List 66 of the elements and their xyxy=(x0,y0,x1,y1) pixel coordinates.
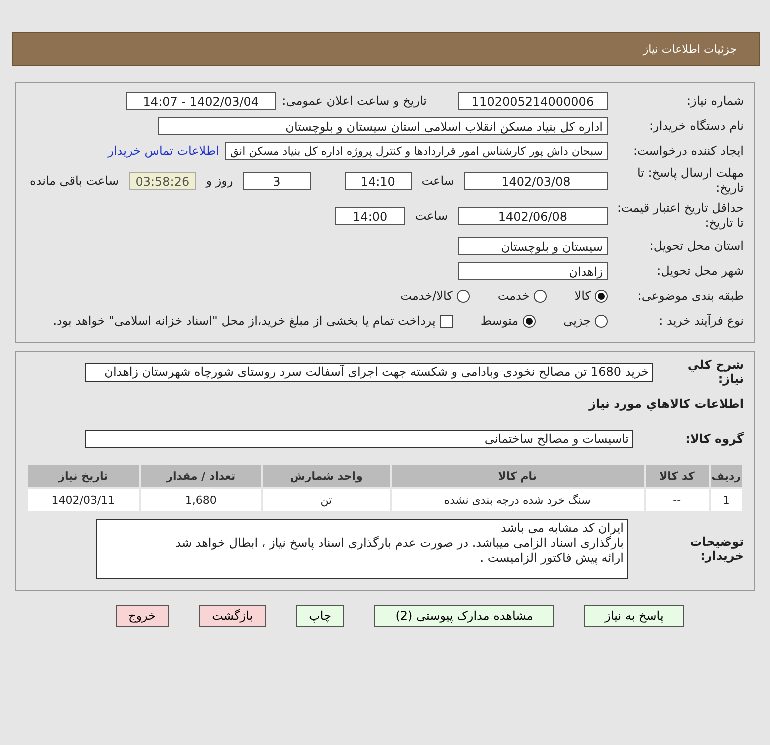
deadline-date-field[interactable]: 1402/03/08 xyxy=(464,172,608,190)
column-header: ردیف xyxy=(710,465,742,487)
field-label: نوع فرآیند خرید : xyxy=(658,314,744,328)
radio-button[interactable] xyxy=(595,290,608,302)
note-line: ایران کد مشابه می باشد xyxy=(500,521,624,536)
section-title: اطلاعات کالاهاي مورد نياز xyxy=(589,397,744,411)
field-label: شرح کلي نياز: xyxy=(686,358,744,386)
field-label: ساعت xyxy=(415,209,448,223)
table-cell: سنگ خرد شده درجه بندی نشده xyxy=(392,489,644,511)
radio-button[interactable] xyxy=(534,290,547,302)
table-cell: 1402/03/11 xyxy=(28,489,139,511)
radio-button[interactable] xyxy=(456,290,470,302)
field-label: گروه کالا: xyxy=(684,432,744,446)
buyer-org-field[interactable]: اداره کل بنیاد مسکن انقلاب اسلامی استان سیستان و بلوچستان xyxy=(158,117,608,135)
field-label: ساعت xyxy=(422,174,454,188)
checkbox[interactable] xyxy=(440,314,453,328)
field-label: حداقل تاریخ اعتبار قیمت: تا تاریخ: xyxy=(616,201,744,231)
column-header: کد کالا xyxy=(646,465,709,487)
goods-group-field: تاسیسات و مصالح ساختمانی xyxy=(85,430,633,448)
validity-date-field[interactable]: 1402/06/08 xyxy=(458,207,608,225)
field-label: توضیحات خریدار: xyxy=(689,535,744,563)
announce-date-field[interactable]: 1402/03/04 - 14:07 xyxy=(126,92,276,110)
checkbox-label: پرداخت تمام یا بخشی از مبلغ خرید،از محل "اسناد خزانه اسلامی" خواهد بود. xyxy=(53,314,436,328)
remaining-time-field: 03:58:26 xyxy=(129,172,196,190)
option-label: متوسط xyxy=(480,314,519,328)
province-field[interactable]: سیستان و بلوچستان xyxy=(458,237,608,255)
action-button[interactable]: پاسخ به نیاز xyxy=(584,605,684,627)
column-header: تاریخ نیاز xyxy=(28,465,139,487)
days-field[interactable]: 3 xyxy=(243,172,311,190)
option-label: کالا xyxy=(574,289,591,303)
radio-button[interactable] xyxy=(522,314,536,328)
validity-time-field[interactable]: 14:00 xyxy=(335,207,406,225)
need-number-field[interactable]: 1102005214000006 xyxy=(458,92,608,110)
column-header: واحد شمارش xyxy=(263,465,390,487)
field-label: شهر محل تحویل: xyxy=(656,264,744,278)
action-button[interactable]: مشاهده مدارک پیوستی (2) xyxy=(374,605,554,627)
field-label: تاریخ و ساعت اعلان عمومی: xyxy=(282,94,427,108)
field-label: طبقه بندی موضوعی: xyxy=(636,288,744,304)
description-box: خرید 1680 تن مصالح نخودی وبادامی و شکسته جهت اجرای آسفالت سرد روستای شورچاه شهرستان زاهدان xyxy=(85,362,653,382)
field-label: ساعت باقی مانده xyxy=(30,174,120,188)
radio-button[interactable] xyxy=(595,314,608,328)
requester-field[interactable]: سبحان داش پور کارشناس امور قراردادها و کنترل پروژه اداره کل بنیاد مسکن انق xyxy=(225,142,608,160)
table-cell: 1,680 xyxy=(140,489,262,511)
table-cell: تن xyxy=(263,489,390,511)
field-label: ایجاد کننده درخواست: xyxy=(632,144,744,158)
action-button[interactable]: چاپ xyxy=(296,605,344,627)
deadline-time-field[interactable]: 14:10 xyxy=(344,172,412,190)
field-label: روز و xyxy=(206,174,234,188)
option-label: کالا/خدمت xyxy=(400,289,453,303)
field-label: نام دستگاه خریدار: xyxy=(648,118,744,134)
action-button[interactable]: خروج xyxy=(116,605,170,627)
city-field[interactable]: زاهدان xyxy=(458,262,608,280)
field-label: استان محل تحویل: xyxy=(648,238,744,254)
option-label: خدمت xyxy=(498,289,530,303)
note-line: بارگذاری اسناد الزامی میباشد. در صورت عدم بارگذاری اسناد پاسخ نیاز ، ابطال خواهد شد xyxy=(174,536,624,551)
column-header: تعداد / مقدار xyxy=(140,465,262,487)
page-title: جزئیات اطلاعات نیاز xyxy=(643,42,737,56)
contact-link[interactable]: اطلاعات تماس خریدار xyxy=(108,144,220,158)
table-cell: 1 xyxy=(710,489,742,511)
note-line: ارائه پیش فاکتور الزامیست . xyxy=(479,551,624,566)
option-label: جزیی xyxy=(564,314,591,328)
column-header: نام کالا xyxy=(392,465,644,487)
table-cell: -- xyxy=(646,489,709,511)
field-label: مهلت ارسال پاسخ: تا تاریخ: xyxy=(636,166,744,196)
action-button[interactable]: بازگشت xyxy=(199,605,266,627)
field-label: شماره نیاز: xyxy=(686,94,744,108)
